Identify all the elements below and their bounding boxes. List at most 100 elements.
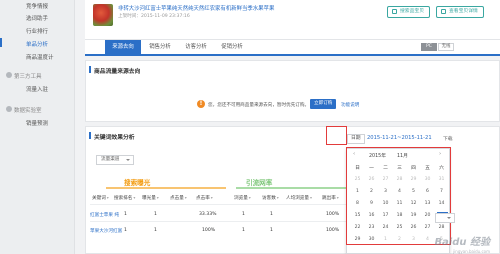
calendar-day[interactable]: 2: [393, 237, 406, 242]
sidebar-item-thermometer[interactable]: 商品温度计: [0, 53, 75, 61]
calendar-day[interactable]: 5: [435, 237, 448, 242]
calendar-day[interactable]: 27: [421, 225, 434, 230]
row2-pageviews: 1: [242, 228, 245, 233]
calendar-month[interactable]: 11月: [397, 152, 408, 159]
calendar-day[interactable]: 8: [351, 201, 364, 206]
calendar-day[interactable]: 30: [421, 177, 434, 182]
calendar-day[interactable]: 25: [393, 225, 406, 230]
calendar-day[interactable]: 10: [379, 201, 392, 206]
highlight-date-button: [326, 126, 347, 145]
calendar-day[interactable]: 23: [365, 225, 378, 230]
select-product-label: 搜索品宝贝: [400, 9, 424, 14]
calendar-day[interactable]: 18: [393, 213, 406, 218]
feature-info-link[interactable]: 功能说明: [341, 102, 359, 108]
col-search-rank[interactable]: 搜索排名: [114, 195, 135, 201]
product-title[interactable]: 非转大沙河红富士苹果纯天然纯天然红农家有机新鲜当季水果苹果: [118, 4, 274, 12]
sidebar-group-label: 数据实验室: [14, 108, 42, 114]
calendar-day[interactable]: 25: [351, 177, 364, 182]
calendar-day[interactable]: 24: [379, 225, 392, 230]
date-picker-button[interactable]: 日期: [347, 134, 365, 144]
calendar-day[interactable]: 30: [365, 237, 378, 242]
lab-icon: [6, 106, 12, 112]
tab-promotion[interactable]: 促销分析: [215, 40, 249, 54]
date-range[interactable]: 2015-11-21~2015-11-21: [367, 135, 432, 141]
product-listed-date: 上架时间：2015-11-09 23:37:16: [118, 14, 190, 19]
sidebar-item-product-analysis[interactable]: 单品分析: [0, 38, 75, 48]
prev-month-icon[interactable]: ‹: [353, 151, 355, 157]
calendar-grid: ‹ 2015年 11月 › 日一二三四五六 25 26 27 28 29 30 31 1 2 3 4 5…: [347, 149, 455, 254]
calendar-day[interactable]: 7: [435, 189, 448, 194]
calendar-day[interactable]: 29: [351, 237, 364, 242]
calendar-day[interactable]: 1: [379, 237, 392, 242]
download-button[interactable]: 下载: [443, 135, 453, 142]
calendar-day[interactable]: 16: [365, 213, 378, 218]
traffic-source-title: 商品流量来源去向: [88, 66, 140, 75]
calendar-day[interactable]: 28: [393, 177, 406, 182]
calendar-day[interactable]: 22: [351, 225, 364, 230]
calendar-day[interactable]: 13: [421, 201, 434, 206]
col-visitors[interactable]: 访客数: [262, 195, 279, 201]
tab-visitors[interactable]: 访客分析: [179, 40, 213, 54]
channel-select[interactable]: 流量渠道: [96, 155, 135, 165]
calendar-day[interactable]: 26: [407, 225, 420, 230]
row2-bounce: 100%: [326, 228, 340, 233]
calendar-day[interactable]: 31: [435, 177, 448, 182]
calendar-day[interactable]: 21: [435, 212, 455, 223]
col-bounce-rate[interactable]: 跳出率: [322, 195, 339, 201]
col-exposure[interactable]: 曝光量: [142, 195, 159, 201]
tab-sales[interactable]: 销售分析: [143, 40, 177, 54]
calendar-day[interactable]: 20: [421, 213, 434, 218]
col-keyword[interactable]: 关键词: [92, 195, 109, 201]
subscribe-button[interactable]: 立即订购: [310, 99, 337, 109]
tab-source[interactable]: 来源去向: [105, 40, 141, 54]
row1-keyword[interactable]: 红富士苹果 纯: [90, 212, 119, 218]
calendar-day[interactable]: 15: [351, 213, 364, 218]
calendar-day[interactable]: 2: [365, 189, 378, 194]
calendar-day[interactable]: 19: [407, 213, 420, 218]
calendar-day[interactable]: 4: [393, 189, 406, 194]
sidebar-item-keyword-helper[interactable]: 选词助手: [0, 14, 75, 22]
calendar-day[interactable]: 11: [393, 201, 406, 206]
baidu-watermark-url: jingyan.baidu.com: [453, 249, 490, 254]
device-wireless-toggle[interactable]: 无线: [438, 43, 454, 51]
calendar-day[interactable]: 27: [379, 177, 392, 182]
calendar-day[interactable]: 9: [365, 201, 378, 206]
calendar-year[interactable]: 2015年: [369, 152, 386, 159]
sidebar-item-traffic-entry[interactable]: 流量入驻: [0, 85, 75, 93]
calendar-day[interactable]: 29: [407, 177, 420, 182]
search-icon: [392, 9, 397, 14]
product-thumbnail[interactable]: [93, 4, 113, 26]
calendar-day[interactable]: 26: [365, 177, 378, 182]
view-product-button[interactable]: 查看宝贝详情: [436, 6, 484, 18]
sidebar: 竞争情报 选词助手 行业排行 单品分析 商品温度计 第三方工具 流量入驻 数据实…: [0, 0, 75, 254]
row2-keyword[interactable]: 苹果大沙河红富: [90, 228, 122, 234]
calendar-day[interactable]: 28: [435, 225, 448, 230]
calendar-day[interactable]: 12: [407, 201, 420, 206]
row2-ctr: 100%: [202, 228, 216, 233]
col-ctr[interactable]: 点击率: [196, 195, 213, 201]
calendar-day[interactable]: 3: [379, 189, 392, 194]
next-month-icon[interactable]: ›: [439, 151, 441, 157]
sidebar-item-industry-rank[interactable]: 行业排行: [0, 27, 75, 35]
calendar-day[interactable]: 17: [379, 213, 392, 218]
calendar-day[interactable]: 14: [435, 201, 448, 206]
calendar-day[interactable]: 6: [421, 189, 434, 194]
calendar-weekday: 四: [411, 166, 416, 171]
row2-exposure: 1: [154, 228, 157, 233]
sidebar-group-label: 第三方工具: [14, 74, 42, 80]
col-clicks[interactable]: 点击量: [170, 195, 187, 201]
row1-pageviews: 1: [242, 212, 245, 217]
row1-rank: 1: [124, 212, 127, 217]
select-product-button[interactable]: 搜索品宝贝: [387, 6, 430, 18]
device-pc-toggle[interactable]: PC: [421, 43, 437, 51]
group-lead-underline: [236, 187, 346, 189]
col-pageviews[interactable]: 浏览量: [234, 195, 251, 201]
calendar-day[interactable]: 1: [351, 189, 364, 194]
sidebar-item-sales-forecast[interactable]: 销量预测: [0, 119, 75, 127]
calendar-day[interactable]: 5: [407, 189, 420, 194]
sidebar-item-competition[interactable]: 竞争情报: [0, 2, 75, 10]
calendar-day[interactable]: 4: [421, 237, 434, 242]
col-avg-views[interactable]: 人均浏览量: [286, 195, 312, 201]
calendar-day[interactable]: 3: [407, 237, 420, 242]
calendar-weekday: 五: [425, 166, 430, 171]
